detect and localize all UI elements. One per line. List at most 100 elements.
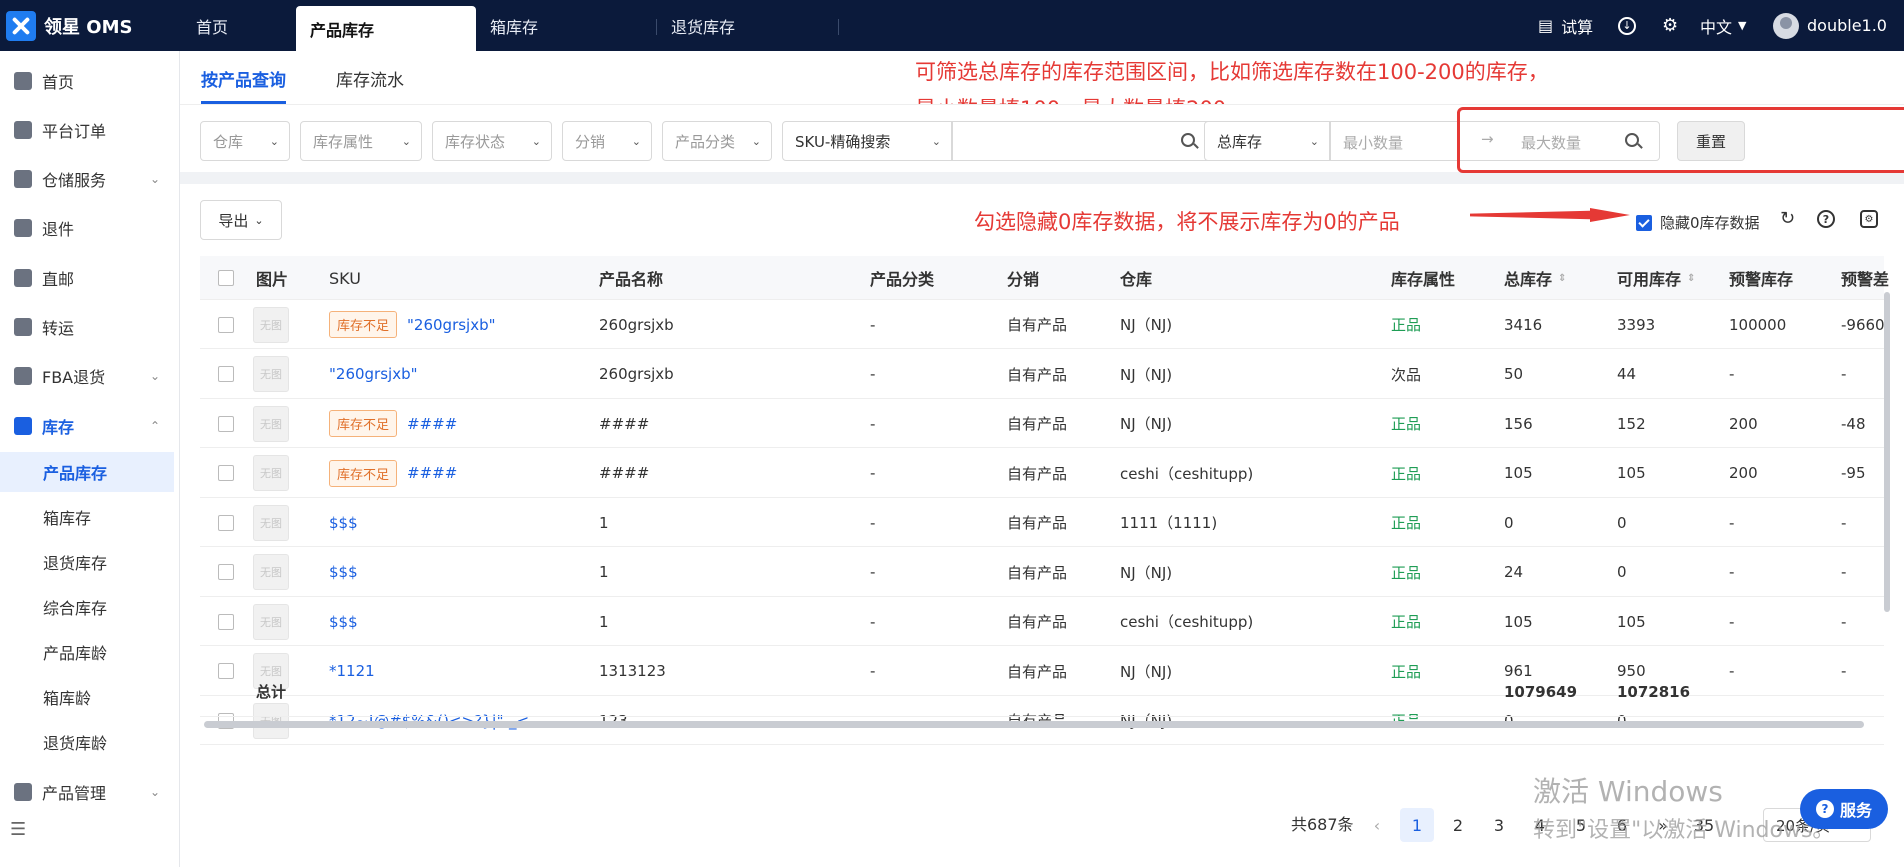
app-logo[interactable]: 领星 OMS <box>0 0 180 51</box>
cell-distribution: 自有产品 <box>1007 365 1068 384</box>
language-select[interactable]: 中文 ▼ <box>1700 0 1746 51</box>
cell-warehouse: NJ（NJ) <box>1120 316 1173 334</box>
row-checkbox[interactable] <box>218 597 234 646</box>
sidebar-item-platform-orders[interactable]: 平台订单 <box>0 110 180 150</box>
tab-return-inventory[interactable]: 退货库存 <box>671 0 735 51</box>
sidebar-item-transfer[interactable]: 转运 <box>0 307 180 347</box>
windows-watermark-hint: 转到"设置"以激活 Windows。 <box>1533 818 1835 843</box>
sidebar-item-warehouse-service[interactable]: 仓储服务 ⌄ <box>0 159 180 199</box>
row-checkbox[interactable] <box>218 498 234 547</box>
export-button[interactable]: 导出 ⌄ <box>200 200 282 240</box>
cell-warehouse: NJ（NJ) <box>1120 365 1173 384</box>
sku-mode-select[interactable]: SKU-精确搜索 ⌄ <box>782 121 952 161</box>
user-menu[interactable]: double1.0 <box>1773 0 1887 51</box>
download-icon[interactable]: ↓ <box>1618 0 1636 51</box>
sidebar-sub-return-inventory[interactable]: 退货库存 <box>0 542 174 582</box>
col-category: 产品分类 <box>870 270 935 289</box>
table-row[interactable]: 无图 $$$ 1 - 自有产品 1111（1111) 正品 0 0 - - <box>200 498 1884 547</box>
cell-warehouse: 1111（1111) <box>1120 514 1218 532</box>
table-row[interactable]: 无图 库存不足 #### #### - 自有产品 ceshi（ceshitupp) 正品 105… <box>200 449 1884 498</box>
tab-product-inventory[interactable]: 产品库存 <box>296 6 476 51</box>
product-thumbnail: 无图 <box>253 399 289 448</box>
cell-distribution: 自有产品 <box>1007 415 1068 433</box>
col-total[interactable]: 总库存 ⇕ <box>1504 256 1566 300</box>
row-checkbox[interactable] <box>218 300 234 349</box>
range-field-select[interactable]: 总库存 ⌄ <box>1204 121 1330 161</box>
collapse-sidebar-icon[interactable]: ☰ <box>10 819 26 840</box>
sidebar-sub-box-age[interactable]: 箱库龄 <box>0 677 174 717</box>
sidebar-sub-return-age[interactable]: 退货库龄 <box>0 722 174 762</box>
tab-separator <box>838 19 839 35</box>
prev-page-icon[interactable]: ‹ <box>1360 808 1394 842</box>
sku-search-input[interactable]: ≡ <box>952 121 1233 161</box>
warehouse-select[interactable]: 仓库 ⌄ <box>200 121 290 161</box>
table-row[interactable]: 无图 $$$ 1 - 自有产品 ceshi（ceshitupp) 正品 105 105 - - <box>200 597 1884 646</box>
select-all-checkbox[interactable] <box>218 256 234 300</box>
chevron-down-icon: ⌄ <box>254 213 264 227</box>
row-checkbox[interactable] <box>218 548 234 597</box>
tab-by-product[interactable]: 按产品查询 <box>201 66 286 104</box>
help-icon[interactable]: ? <box>1817 210 1835 228</box>
sku-link[interactable]: #### <box>407 464 457 482</box>
low-stock-badge: 库存不足 <box>329 410 398 437</box>
sidebar-sub-combined-inventory[interactable]: 综合库存 <box>0 587 174 627</box>
vertical-scrollbar[interactable] <box>1884 292 1890 612</box>
distribution-select[interactable]: 分销 ⌄ <box>562 121 652 161</box>
transfer-icon <box>14 318 32 336</box>
col-available[interactable]: 可用库存 ⇕ <box>1617 256 1695 300</box>
page-3[interactable]: 3 <box>1482 808 1516 842</box>
col-product-name: 产品名称 <box>599 270 664 289</box>
tab-box-inventory[interactable]: 箱库存 <box>490 0 538 51</box>
sku-link[interactable]: #### <box>407 415 457 433</box>
tab-inventory-flow[interactable]: 库存流水 <box>336 66 404 91</box>
cell-distribution: 自有产品 <box>1007 514 1068 532</box>
sku-link[interactable]: $$$ <box>329 613 358 631</box>
windows-watermark-title: 激活 Windows <box>1533 775 1723 808</box>
mail-icon <box>14 269 32 287</box>
page-1[interactable]: 1 <box>1400 808 1434 842</box>
sidebar-item-home[interactable]: 首页 <box>0 61 180 101</box>
sidebar-item-returns[interactable]: 退件 <box>0 208 180 248</box>
refresh-icon[interactable]: ↻ <box>1780 208 1795 229</box>
col-image: 图片 <box>256 270 289 289</box>
page-2[interactable]: 2 <box>1441 808 1475 842</box>
status-select[interactable]: 库存状态 ⌄ <box>432 121 552 161</box>
trial-button[interactable]: ▤ 试算 <box>1538 0 1593 51</box>
category-select[interactable]: 产品分类 ⌄ <box>662 121 772 161</box>
sidebar-item-fba-returns[interactable]: FBA退货 ⌄ <box>0 356 180 396</box>
cell-available: 0 <box>1617 513 1627 532</box>
service-button[interactable]: ? 服务 <box>1800 789 1888 829</box>
row-checkbox[interactable] <box>218 350 234 399</box>
sidebar-sub-product-age[interactable]: 产品库龄 <box>0 632 174 672</box>
cell-available: 105 <box>1617 464 1646 482</box>
cell-category: - <box>870 464 876 482</box>
horizontal-scrollbar[interactable] <box>204 721 1864 728</box>
attribute-select[interactable]: 库存属性 ⌄ <box>300 121 422 161</box>
row-checkbox[interactable] <box>218 399 234 448</box>
cell-sku: $$$ <box>329 498 358 547</box>
sidebar-item-direct-mail[interactable]: 直邮 <box>0 258 180 298</box>
sku-link[interactable]: "260grsjxb" <box>407 316 496 334</box>
sidebar-sub-product-inventory[interactable]: 产品库存 <box>0 452 174 492</box>
row-checkbox[interactable] <box>218 449 234 498</box>
sku-link[interactable]: $$$ <box>329 514 358 532</box>
tab-home[interactable]: 首页 <box>196 0 228 51</box>
table-row[interactable]: 无图 库存不足 "260grsjxb" 260grsjxb - 自有产品 NJ（NJ) 正品 3… <box>200 300 1885 349</box>
cell-available: 3393 <box>1617 315 1656 334</box>
chevron-down-icon: ⌄ <box>401 134 411 148</box>
table-row[interactable]: 无图 $$$ 1 - 自有产品 NJ（NJ) 正品 24 0 - - <box>200 548 1884 597</box>
table-row[interactable]: 无图 库存不足 #### #### - 自有产品 NJ（NJ) 正品 156 152 200 -48 <box>200 399 1884 448</box>
cell-attribute: 次品 <box>1391 365 1422 384</box>
column-settings-icon[interactable]: ⚙ <box>1860 210 1878 228</box>
settings-icon[interactable]: ⚙ <box>1662 0 1678 51</box>
logo-icon <box>6 10 36 41</box>
sku-link[interactable]: $$$ <box>329 563 358 581</box>
sidebar-sub-box-inventory[interactable]: 箱库存 <box>0 497 174 537</box>
table-row[interactable]: 无图 "260grsjxb" 260grsjxb - 自有产品 NJ（NJ) 次品 50 44 -… <box>200 350 1884 399</box>
search-icon[interactable] <box>1181 133 1195 147</box>
sku-link[interactable]: "260grsjxb" <box>329 365 418 383</box>
sidebar-item-inventory[interactable]: 库存 ⌃ <box>0 406 180 446</box>
min-quantity-input[interactable]: 最小数量 <box>1343 132 1403 153</box>
hide-zero-checkbox[interactable]: 隐藏0库存数据 <box>1636 212 1760 233</box>
sidebar-item-product-management[interactable]: 产品管理 ⌄ <box>0 772 180 812</box>
